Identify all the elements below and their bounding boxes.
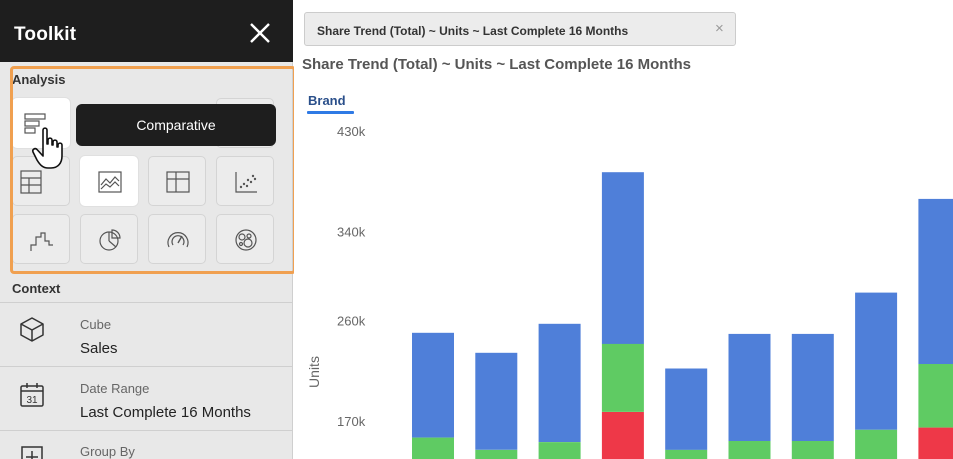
app-root: Toolkit Analysis Comparative Context Cub…: [0, 0, 953, 459]
cube-icon: [20, 317, 44, 342]
bar-segment-blue[interactable]: [728, 333, 771, 441]
bar-segment-green[interactable]: [791, 441, 834, 459]
context-section-label: Context: [12, 281, 61, 296]
brand-filter-tab[interactable]: Brand: [308, 93, 346, 108]
cube-value: Sales: [80, 340, 118, 357]
report-tab-label: Share Trend (Total) ~ Units ~ Last Compl…: [317, 24, 629, 38]
bar-segment-blue[interactable]: [855, 292, 898, 430]
bar-segment-green[interactable]: [475, 449, 518, 459]
report-area: 430k 340k 260k 170k Units Share Trend (Tota…: [294, 0, 953, 459]
date-range-label: Date Range: [80, 381, 150, 396]
bar-segment-green[interactable]: [538, 442, 581, 459]
bar-segment-blue[interactable]: [538, 323, 581, 442]
y-tick-label: 340k: [337, 224, 366, 239]
bar-segment-green[interactable]: [918, 364, 953, 428]
comparative-tooltip: Comparative: [76, 104, 276, 146]
bar-segment-blue[interactable]: [665, 368, 708, 450]
bar-segment-green[interactable]: [855, 429, 898, 459]
bar-segment-blue[interactable]: [412, 332, 454, 438]
y-tick-label: 260k: [337, 314, 366, 329]
bar-segment-blue[interactable]: [601, 172, 644, 344]
context-date-range-row[interactable]: 31 Date Range Last Complete 16 Months: [0, 366, 293, 430]
group-by-label: Group By: [80, 444, 135, 459]
y-axis-label: Units: [306, 356, 322, 388]
context-cube-row[interactable]: Cube Sales: [0, 302, 293, 366]
date-range-value: Last Complete 16 Months: [80, 404, 251, 421]
y-tick-label: 170k: [337, 414, 366, 429]
bar-segment-red[interactable]: [918, 427, 953, 459]
bar-segment-green[interactable]: [665, 449, 708, 459]
context-group-by-row[interactable]: Group By: [0, 430, 293, 459]
bar-segment-blue[interactable]: [791, 333, 834, 441]
toolkit-header: Toolkit: [0, 0, 293, 62]
calendar-day-text: 31: [26, 395, 38, 406]
toolkit-panel: Toolkit Analysis Comparative Context Cub…: [0, 0, 296, 459]
group-by-icon: [21, 446, 43, 459]
bar-segment-green[interactable]: [728, 441, 771, 459]
brand-tab-underline: [307, 111, 354, 114]
report-tab[interactable]: Share Trend (Total) ~ Units ~ Last Compl…: [304, 12, 736, 46]
close-icon[interactable]: [246, 19, 274, 47]
bar-segment-red[interactable]: [601, 412, 644, 459]
hand-pointer-cursor-icon: [32, 127, 63, 169]
bar-segment-green[interactable]: [601, 343, 644, 412]
report-title: Share Trend (Total) ~ Units ~ Last Compl…: [302, 56, 691, 73]
tab-close-icon[interactable]: ×: [715, 20, 724, 37]
cube-label: Cube: [80, 317, 112, 332]
bar-segment-blue[interactable]: [475, 352, 518, 450]
bar-segment-green[interactable]: [412, 437, 454, 459]
calendar-icon: 31: [20, 383, 44, 407]
bar-segment-blue[interactable]: [918, 198, 953, 364]
y-tick-label: 430k: [337, 124, 366, 139]
toolkit-title: Toolkit: [14, 24, 77, 45]
